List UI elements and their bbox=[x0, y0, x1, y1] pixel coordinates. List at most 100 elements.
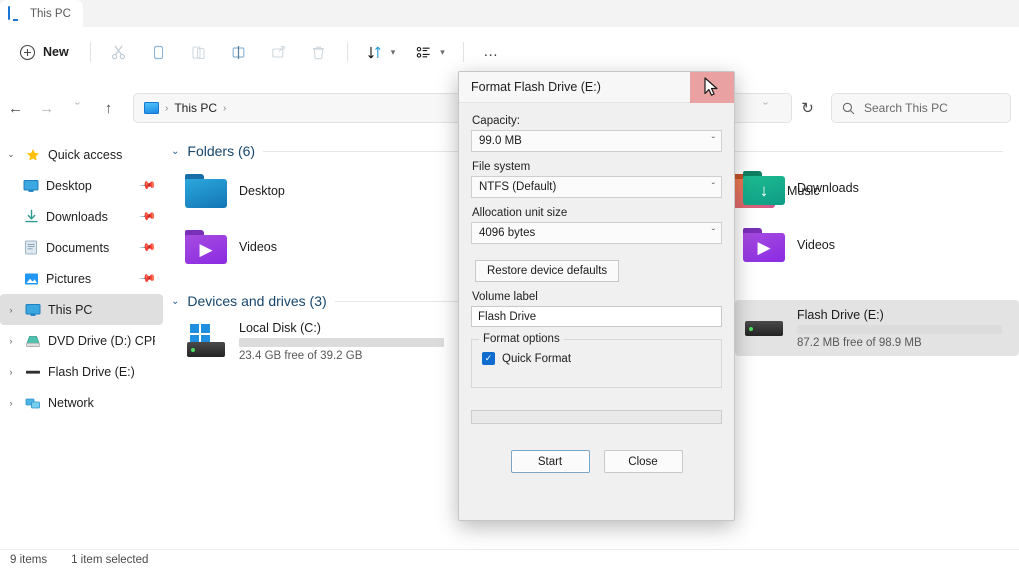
command-toolbar: New ▾ ▾ … bbox=[0, 27, 1019, 77]
sidebar-item-desktop[interactable]: Desktop 📌 bbox=[0, 170, 163, 201]
capacity-value: 99.0 MB bbox=[479, 135, 522, 147]
pin-icon[interactable]: 📌 bbox=[139, 176, 158, 195]
refresh-button[interactable]: ↻ bbox=[792, 93, 823, 124]
sidebar-item-dvd-drive[interactable]: › DVD Drive (D:) CPRA bbox=[0, 325, 163, 356]
search-placeholder: Search This PC bbox=[864, 101, 948, 115]
chevron-down-icon: ˇ bbox=[711, 181, 715, 193]
toolbar-divider-2 bbox=[346, 42, 348, 62]
cut-button[interactable] bbox=[100, 36, 138, 69]
view-button[interactable]: ▾ bbox=[406, 36, 454, 69]
star-icon bbox=[24, 148, 42, 162]
view-icon bbox=[416, 46, 430, 58]
trash-icon bbox=[313, 46, 325, 59]
sidebar-item-downloads[interactable]: Downloads 📌 bbox=[0, 201, 163, 232]
drive-name: Flash Drive (E:) bbox=[797, 307, 884, 322]
start-button[interactable]: Start bbox=[510, 450, 590, 473]
allocation-unit-value: 4096 bytes bbox=[479, 227, 536, 239]
sidebar-item-documents[interactable]: Documents 📌 bbox=[0, 232, 163, 263]
search-input[interactable]: Search This PC bbox=[831, 93, 1011, 123]
downloads-icon bbox=[22, 209, 40, 224]
sidebar-item-flash-drive[interactable]: › Flash Drive (E:) bbox=[0, 356, 163, 387]
status-selection: 1 item selected bbox=[71, 553, 149, 566]
status-item-count: 9 items bbox=[10, 553, 48, 566]
folder-tile-videos[interactable]: ▶ Videos bbox=[177, 219, 451, 275]
chevron-down-icon[interactable]: ⌄ bbox=[4, 149, 18, 160]
pin-icon[interactable]: 📌 bbox=[139, 207, 158, 226]
drive-tile-flash-drive-e[interactable]: Flash Drive (E:) 87.2 MB free of 98.9 MB bbox=[735, 300, 1019, 356]
download-arrow-glyph: ↓ bbox=[759, 180, 769, 200]
chevron-down-icon[interactable]: ⌄ bbox=[171, 296, 179, 307]
format-options-group: Format options ✓ Quick Format bbox=[471, 333, 722, 388]
dialog-body: Capacity: 99.0 MB ˇ File system NTFS (De… bbox=[459, 103, 734, 473]
folder-name: Downloads bbox=[797, 181, 859, 195]
sidebar-item-label: Documents bbox=[46, 240, 110, 255]
allocation-unit-select[interactable]: 4096 bytes ˇ bbox=[471, 222, 722, 244]
pin-icon[interactable]: 📌 bbox=[139, 238, 158, 257]
rename-button[interactable] bbox=[220, 36, 258, 69]
capacity-select[interactable]: 99.0 MB ˇ bbox=[471, 130, 722, 152]
see-more-button[interactable]: … bbox=[473, 36, 511, 69]
toolbar-divider-3 bbox=[462, 42, 464, 62]
quick-format-row[interactable]: ✓ Quick Format bbox=[482, 352, 711, 365]
folder-downloads-icon: ↓ bbox=[743, 171, 785, 205]
share-icon bbox=[272, 45, 285, 58]
up-button[interactable]: ↑ bbox=[93, 93, 124, 124]
sidebar-item-network[interactable]: › Network bbox=[0, 387, 163, 418]
format-dialog: Format Flash Drive (E:) Capacity: 99.0 M… bbox=[458, 71, 735, 521]
chevron-right-icon[interactable]: › bbox=[4, 336, 18, 346]
folder-tile-downloads-right[interactable]: ↓ Downloads bbox=[735, 160, 1019, 216]
tab-this-pc[interactable]: This PC bbox=[0, 0, 83, 27]
sidebar-item-pictures[interactable]: Pictures 📌 bbox=[0, 263, 163, 294]
share-button[interactable] bbox=[260, 36, 298, 69]
folder-tile-desktop[interactable]: Desktop bbox=[177, 163, 451, 219]
volume-label-input[interactable]: Flash Drive bbox=[471, 306, 722, 327]
sidebar-item-this-pc[interactable]: › This PC bbox=[0, 294, 163, 325]
volume-label-label: Volume label bbox=[472, 291, 538, 303]
delete-button[interactable] bbox=[300, 36, 338, 69]
sort-button[interactable]: ▾ bbox=[357, 36, 405, 69]
pin-icon[interactable]: 📌 bbox=[139, 269, 158, 288]
breadcrumb-separator: › bbox=[223, 102, 227, 114]
rename-icon bbox=[232, 45, 245, 59]
copy-button[interactable] bbox=[140, 36, 178, 69]
quick-format-label: Quick Format bbox=[502, 352, 572, 365]
file-system-label: File system bbox=[472, 161, 531, 173]
back-button[interactable]: ← bbox=[0, 93, 31, 124]
folder-name: Videos bbox=[239, 240, 277, 254]
chevron-down-icon[interactable]: ⌄ bbox=[171, 146, 179, 157]
close-button[interactable] bbox=[690, 71, 734, 103]
drive-tile-local-disk[interactable]: Local Disk (C:) 23.4 GB free of 39.2 GB bbox=[177, 313, 451, 369]
cut-icon bbox=[112, 45, 126, 59]
quick-format-checkbox[interactable]: ✓ bbox=[482, 352, 495, 365]
copy-icon bbox=[154, 45, 164, 59]
navigation-pane: ⌄ Quick access Desktop 📌 Downloads 📌 Doc… bbox=[0, 133, 163, 549]
breadcrumb-item-this-pc[interactable]: This PC bbox=[174, 101, 217, 115]
more-icon: … bbox=[483, 43, 501, 60]
folder-tile-videos-right[interactable]: ▶ Videos bbox=[735, 217, 1019, 273]
chevron-right-icon[interactable]: › bbox=[4, 367, 18, 377]
chevron-right-icon[interactable]: › bbox=[4, 398, 18, 408]
new-button[interactable]: New bbox=[10, 36, 81, 69]
forward-button[interactable]: → bbox=[31, 93, 62, 124]
flash-drive-icon bbox=[24, 367, 42, 377]
sidebar-item-label: Quick access bbox=[48, 147, 123, 162]
recent-locations-button[interactable]: ˇ bbox=[62, 93, 93, 124]
chevron-right-icon[interactable]: › bbox=[4, 305, 18, 315]
play-glyph: ▶ bbox=[757, 237, 771, 257]
search-icon bbox=[842, 102, 855, 114]
sidebar-item-quick-access[interactable]: ⌄ Quick access bbox=[0, 139, 163, 170]
pc-icon bbox=[24, 303, 42, 317]
tab-label: This PC bbox=[30, 7, 71, 20]
dialog-title: Format Flash Drive (E:) bbox=[471, 80, 601, 94]
address-chevron-down-icon[interactable]: ˇ bbox=[750, 93, 781, 124]
network-icon bbox=[24, 396, 42, 410]
folder-desktop-icon bbox=[185, 174, 227, 208]
paste-button[interactable] bbox=[180, 36, 218, 69]
restore-device-defaults-button[interactable]: Restore device defaults bbox=[475, 260, 620, 282]
documents-icon bbox=[22, 240, 40, 255]
allocation-unit-label: Allocation unit size bbox=[472, 207, 568, 219]
pc-icon bbox=[8, 6, 23, 21]
play-glyph: ▶ bbox=[199, 239, 213, 259]
dialog-close-button[interactable]: Close bbox=[603, 450, 683, 473]
file-system-select[interactable]: NTFS (Default) ˇ bbox=[471, 176, 722, 198]
